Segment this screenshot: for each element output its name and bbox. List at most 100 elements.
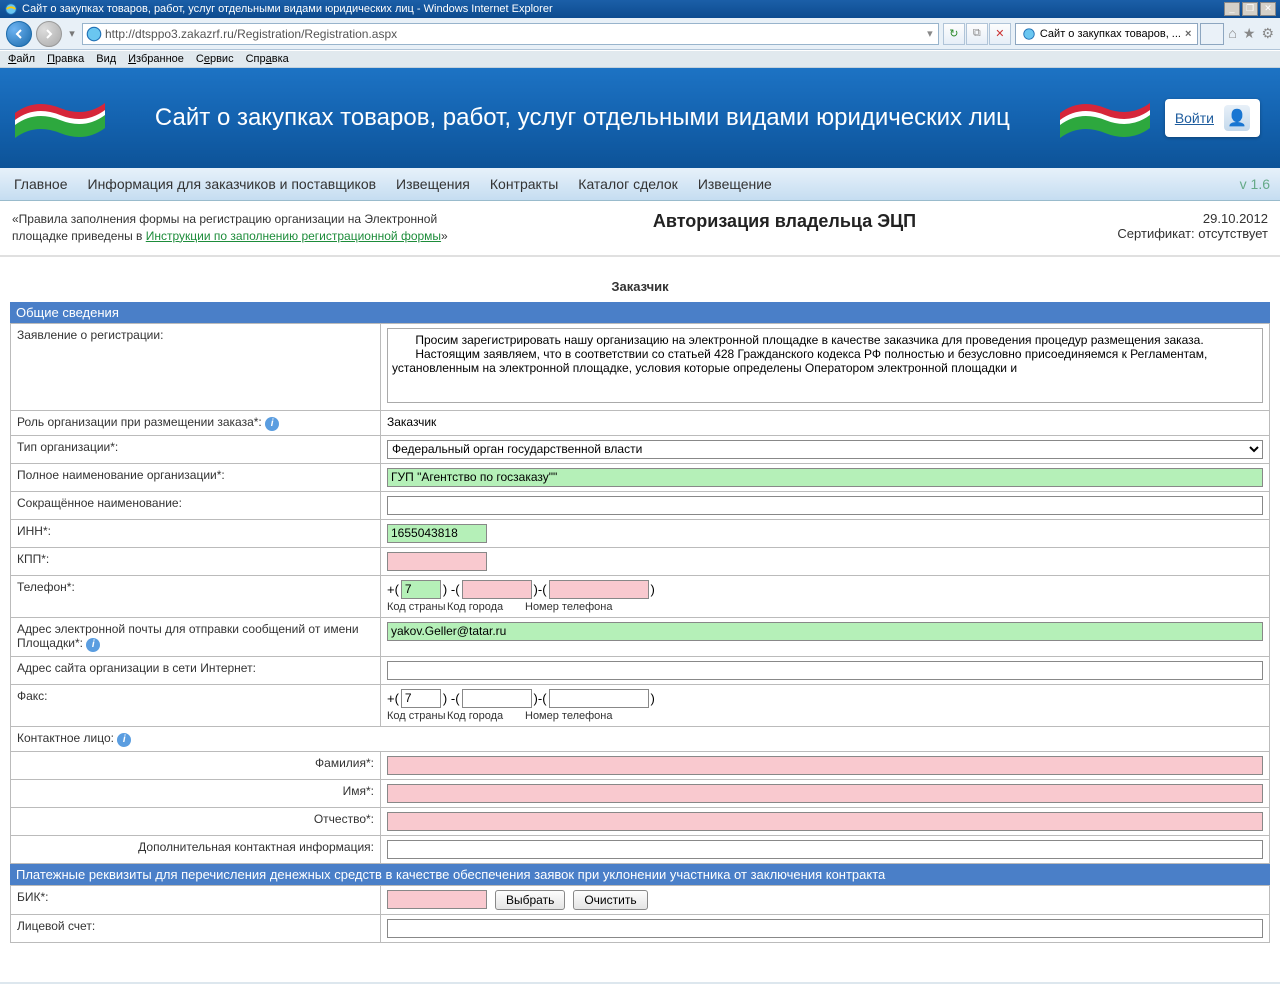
- label-fullname: Полное наименование организации*:: [11, 463, 381, 491]
- label-account: Лицевой счет:: [11, 914, 381, 942]
- info-icon[interactable]: i: [86, 638, 100, 652]
- label-bik: БИК*:: [11, 885, 381, 914]
- browser-tab[interactable]: Сайт о закупках товаров, ... ×: [1015, 23, 1199, 45]
- name-input[interactable]: [387, 784, 1263, 803]
- shortname-input[interactable]: [387, 496, 1263, 515]
- label-inn: ИНН*:: [11, 519, 381, 547]
- stop-button[interactable]: ✕: [989, 23, 1011, 45]
- page-title: Авторизация владельца ЭЦП: [482, 211, 1088, 245]
- site-title: Сайт о закупках товаров, работ, услуг от…: [120, 104, 1045, 132]
- phone-country-input[interactable]: [401, 580, 441, 599]
- info-icon[interactable]: i: [265, 417, 279, 431]
- nav-info[interactable]: Информация для заказчиков и поставщиков: [84, 176, 381, 192]
- fax-country-input[interactable]: [401, 689, 441, 708]
- section-general: Общие сведения: [10, 302, 1270, 323]
- general-table: Заявление о регистрации: Роль организаци…: [10, 323, 1270, 864]
- menu-help[interactable]: Справка: [246, 53, 289, 65]
- label-surname: Фамилия*:: [11, 751, 381, 779]
- label-role: Роль организации при размещении заказа*:…: [11, 410, 381, 435]
- instruction-link[interactable]: Инструкции по заполнению регистрационной…: [146, 229, 441, 243]
- menu-edit[interactable]: Правка: [47, 53, 84, 65]
- nav-notice[interactable]: Извещение: [694, 176, 776, 192]
- new-tab-button[interactable]: [1200, 23, 1224, 45]
- menu-file[interactable]: Файл: [8, 53, 35, 65]
- tab-label: Сайт о закупках товаров, ...: [1040, 28, 1181, 40]
- avatar-icon: 👤: [1224, 105, 1250, 131]
- browser-toolbar: ▾ ▾ ↻ ⧉ ✕ Сайт о закупках товаров, ... ×…: [0, 18, 1280, 50]
- label-phone: Телефон*:: [11, 575, 381, 617]
- login-box: Войти 👤: [1165, 99, 1260, 137]
- refresh-button[interactable]: ↻: [943, 23, 965, 45]
- browser-right-icons: ⌂ ★ ⚙: [1228, 25, 1274, 42]
- cert-label: Сертификат: отсутствует: [1117, 226, 1268, 241]
- compat-button[interactable]: ⧉: [966, 23, 988, 45]
- orgtype-select[interactable]: Федеральный орган государственной власти: [387, 440, 1263, 459]
- close-window-button[interactable]: ✕: [1260, 2, 1276, 16]
- tab-favicon: [1022, 27, 1036, 41]
- nav-catalog[interactable]: Каталог сделок: [574, 176, 682, 192]
- tools-icon[interactable]: ⚙: [1261, 25, 1274, 42]
- window-title: Сайт о закупках товаров, работ, услуг от…: [22, 3, 553, 15]
- date-cert-info: 29.10.2012 Сертификат: отсутствует: [1117, 211, 1268, 245]
- browser-menu-bar: Файл Правка Вид Избранное Сервис Справка: [0, 50, 1280, 68]
- statement-textarea[interactable]: [387, 328, 1263, 403]
- label-addinfo: Дополнительная контактная информация:: [11, 835, 381, 863]
- home-icon[interactable]: ⌂: [1228, 25, 1236, 42]
- phone-group: +( ) -( )-( ): [387, 580, 1263, 599]
- fax-group: +( ) -( )-( ): [387, 689, 1263, 708]
- account-input[interactable]: [387, 919, 1263, 938]
- fax-city-input[interactable]: [462, 689, 532, 708]
- history-dropdown[interactable]: ▾: [66, 25, 78, 43]
- kpp-input[interactable]: [387, 552, 487, 571]
- payment-table: БИК*: Выбрать Очистить Лицевой счет:: [10, 885, 1270, 943]
- login-link[interactable]: Войти: [1175, 110, 1214, 126]
- patronymic-input[interactable]: [387, 812, 1263, 831]
- page-tools: ↻ ⧉ ✕: [943, 23, 1011, 45]
- website-input[interactable]: [387, 661, 1263, 680]
- section-payment: Платежные реквизиты для перечисления ден…: [10, 864, 1270, 885]
- inn-input[interactable]: [387, 524, 487, 543]
- label-patronymic: Отчество*:: [11, 807, 381, 835]
- addinfo-input[interactable]: [387, 840, 1263, 859]
- forward-button[interactable]: [36, 21, 62, 47]
- label-kpp: КПП*:: [11, 547, 381, 575]
- menu-service[interactable]: Сервис: [196, 53, 234, 65]
- maximize-button[interactable]: ❐: [1242, 2, 1258, 16]
- url-input[interactable]: [105, 27, 922, 41]
- main-nav: Главное Информация для заказчиков и пост…: [0, 168, 1280, 201]
- label-email: Адрес электронной почты для отправки соо…: [11, 617, 381, 656]
- phone-city-input[interactable]: [462, 580, 532, 599]
- phone-number-input[interactable]: [549, 580, 649, 599]
- label-website: Адрес сайта организации в сети Интернет:: [11, 656, 381, 684]
- url-dropdown[interactable]: ▾: [922, 27, 938, 40]
- nav-contracts[interactable]: Контракты: [486, 176, 562, 192]
- favorites-icon[interactable]: ★: [1243, 25, 1256, 42]
- date-label: 29.10.2012: [1117, 211, 1268, 226]
- instruction-text: «Правила заполнения формы на регистрацию…: [12, 211, 452, 245]
- address-bar: ▾: [82, 23, 939, 45]
- nav-notices[interactable]: Извещения: [392, 176, 474, 192]
- nav-main[interactable]: Главное: [10, 176, 72, 192]
- window-titlebar: Сайт о закупках товаров, работ, услуг от…: [0, 0, 1280, 18]
- flag-left-icon: [10, 88, 110, 148]
- email-input[interactable]: [387, 622, 1263, 641]
- bik-input[interactable]: [387, 890, 487, 909]
- version-label: v 1.6: [1240, 176, 1270, 192]
- fullname-input[interactable]: [387, 468, 1263, 487]
- tab-close-icon[interactable]: ×: [1185, 28, 1191, 40]
- label-contact: Контактное лицо: i: [11, 726, 1270, 751]
- flag-right-icon: [1055, 88, 1155, 148]
- minimize-button[interactable]: _: [1224, 2, 1240, 16]
- role-value: Заказчик: [381, 410, 1270, 435]
- tab-strip: Сайт о закупках товаров, ... ×: [1015, 23, 1225, 45]
- site-header: Сайт о закупках товаров, работ, услуг от…: [0, 68, 1280, 168]
- menu-view[interactable]: Вид: [96, 53, 116, 65]
- surname-input[interactable]: [387, 756, 1263, 775]
- clear-button[interactable]: Очистить: [573, 890, 647, 910]
- form-area: Заказчик Общие сведения Заявление о реги…: [0, 257, 1280, 982]
- menu-favorites[interactable]: Избранное: [128, 53, 184, 65]
- info-icon[interactable]: i: [117, 733, 131, 747]
- fax-number-input[interactable]: [549, 689, 649, 708]
- back-button[interactable]: [6, 21, 32, 47]
- select-button[interactable]: Выбрать: [495, 890, 565, 910]
